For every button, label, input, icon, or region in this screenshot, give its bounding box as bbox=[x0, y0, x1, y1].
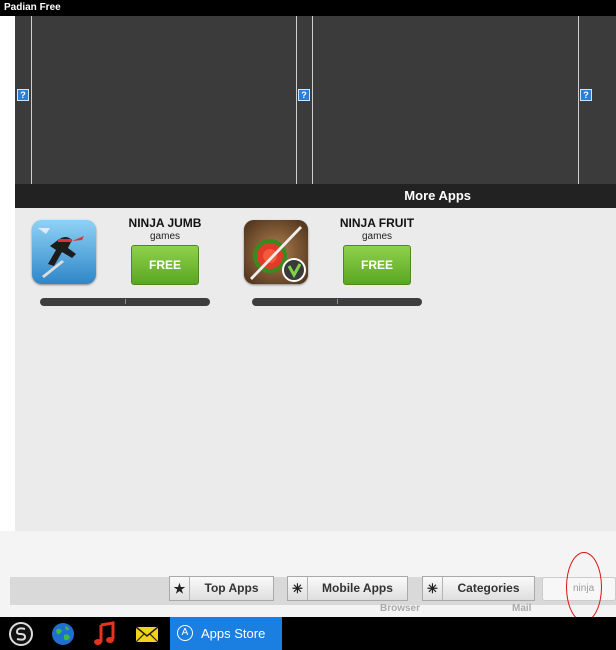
banner-divider bbox=[31, 16, 32, 184]
ninja-jump-app-icon[interactable] bbox=[32, 220, 96, 284]
mail-label: Mail bbox=[512, 603, 532, 614]
active-app-label: Apps Store bbox=[201, 626, 266, 641]
tab-label: Top Apps bbox=[204, 581, 259, 595]
globe-icon[interactable] bbox=[50, 621, 76, 647]
apps-store-icon: A bbox=[177, 625, 193, 641]
download-progress-bar bbox=[40, 298, 210, 306]
left-margin bbox=[0, 16, 15, 531]
browser-label: Browser bbox=[380, 603, 421, 614]
ninja-fruit-app-icon[interactable] bbox=[244, 220, 308, 284]
apps-store-taskbar-button[interactable]: A Apps Store bbox=[170, 617, 282, 650]
settings-icon[interactable] bbox=[8, 621, 34, 647]
download-progress-bar bbox=[252, 298, 422, 306]
free-download-button[interactable]: FREE bbox=[131, 245, 199, 285]
taskbar: A Apps Store bbox=[0, 617, 616, 650]
tab-label: Categories bbox=[457, 581, 520, 595]
padian-window: Padian Free ? ? ? More Apps NINJA JUMB g… bbox=[0, 0, 616, 650]
banner-divider bbox=[312, 16, 313, 184]
broken-image-icon[interactable]: ? bbox=[17, 89, 29, 101]
app-title: NINJA FRUIT bbox=[339, 216, 415, 230]
mail-icon[interactable] bbox=[134, 621, 160, 647]
app-list-panel bbox=[15, 208, 616, 531]
categories-button[interactable]: ✳ Categories bbox=[422, 576, 535, 601]
broken-image-icon[interactable]: ? bbox=[580, 89, 592, 101]
app-title: NINJA JUMB bbox=[128, 216, 202, 230]
banner-carousel[interactable]: ? ? ? bbox=[15, 16, 616, 184]
mobile-apps-button[interactable]: ✳ Mobile Apps bbox=[287, 576, 408, 601]
window-title: Padian Free bbox=[0, 0, 616, 16]
progress-indicator bbox=[125, 299, 126, 304]
banner-divider bbox=[578, 16, 579, 184]
star-icon: ★ bbox=[170, 577, 190, 600]
banner-divider bbox=[296, 16, 297, 184]
more-apps-header: More Apps bbox=[15, 184, 616, 208]
free-download-button[interactable]: FREE bbox=[343, 245, 411, 285]
music-icon[interactable] bbox=[92, 621, 118, 647]
sunburst-icon: ✳ bbox=[288, 577, 308, 600]
sunburst-icon: ✳ bbox=[423, 577, 443, 600]
top-apps-button[interactable]: ★ Top Apps bbox=[169, 576, 274, 601]
more-apps-title: More Apps bbox=[404, 188, 471, 203]
tab-label: Mobile Apps bbox=[322, 581, 393, 595]
dock-labels: Browser Mail bbox=[0, 603, 616, 616]
app-category: games bbox=[149, 231, 180, 242]
progress-indicator bbox=[337, 299, 338, 304]
app-category: games bbox=[361, 231, 392, 242]
broken-image-icon[interactable]: ? bbox=[298, 89, 310, 101]
